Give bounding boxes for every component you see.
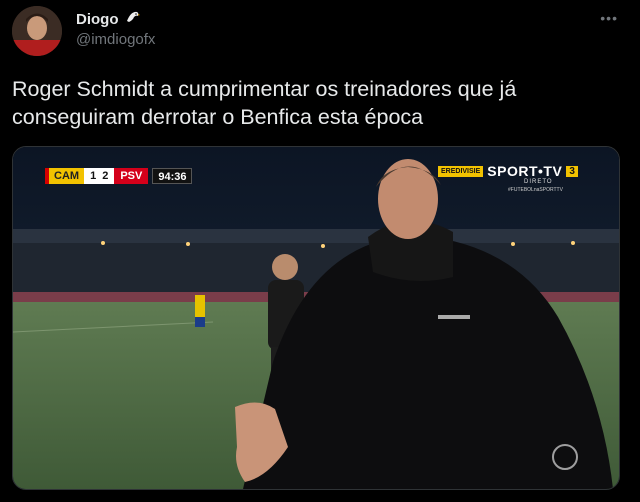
away-score: 2 — [102, 170, 109, 182]
home-score: 1 — [90, 170, 97, 182]
league-label: EREDIVISIE — [438, 165, 484, 177]
home-team: CAM — [45, 168, 85, 184]
score: 1 2 — [84, 168, 115, 184]
live-label: DIRETO — [524, 179, 553, 185]
tweet-text: Roger Schmidt a cumprimentar os treinado… — [12, 77, 517, 129]
channel-name: SPORT•TV — [487, 163, 563, 179]
user-handle[interactable]: @imdiogofx — [76, 31, 155, 48]
avatar[interactable] — [12, 6, 62, 56]
scorebug: CAM 1 2 PSV 94:36 — [45, 168, 193, 184]
display-name[interactable]: Diogo — [76, 9, 141, 29]
more-options-icon[interactable]: ••• — [600, 10, 618, 26]
away-team: PSV — [114, 168, 149, 184]
eagle-icon — [125, 9, 141, 29]
broadcast-hashtag: #FUTEBOLnaSPORTTV — [508, 187, 563, 193]
broadcaster-logo: EREDIVISIE SPORT•TV 3 — [438, 163, 578, 179]
channel-number: 3 — [566, 165, 578, 177]
display-name-text: Diogo — [76, 10, 119, 28]
tweet-media-image[interactable] — [12, 146, 620, 490]
match-photo — [13, 147, 619, 489]
match-clock: 94:36 — [152, 168, 193, 184]
